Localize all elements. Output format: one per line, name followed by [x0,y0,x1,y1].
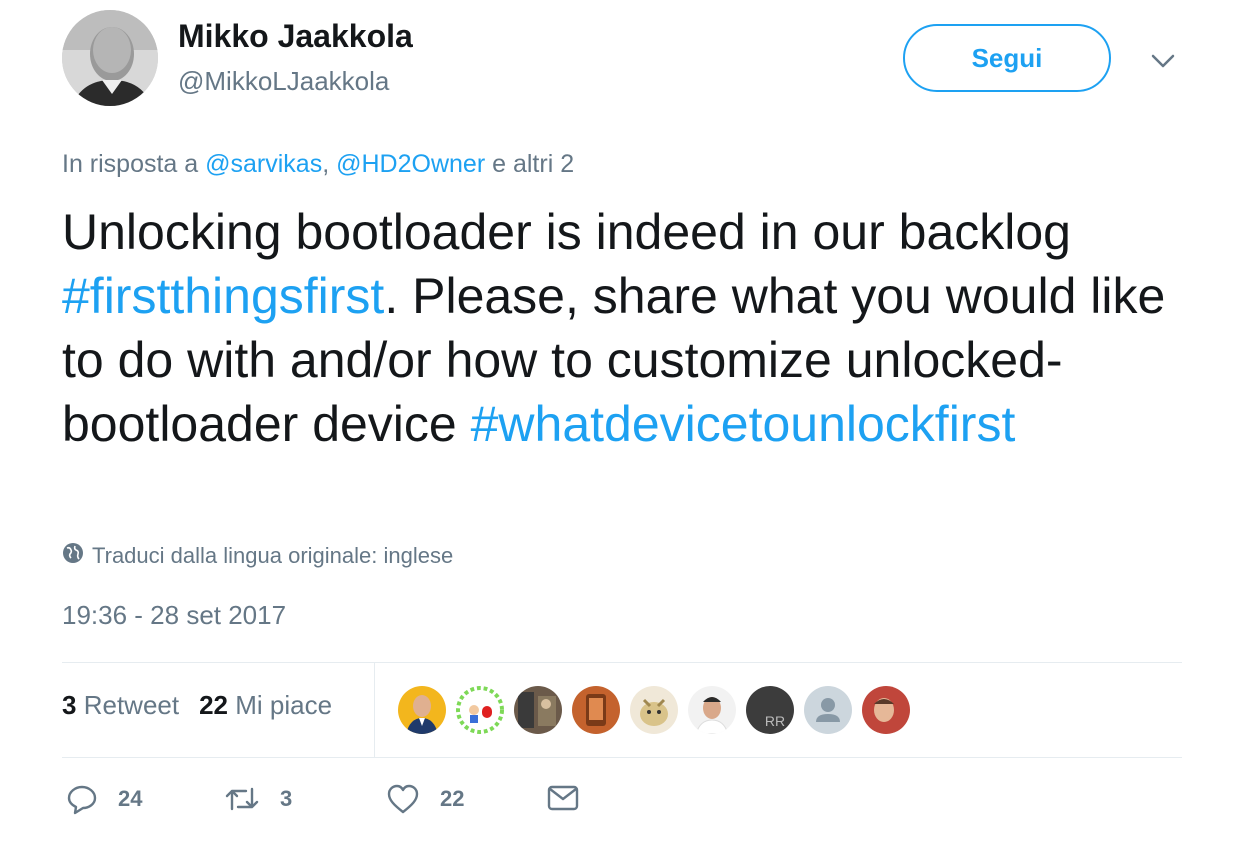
retweets-count: 3 [62,690,77,720]
liker-avatar[interactable] [456,686,504,734]
user-handle[interactable]: @MikkoLJaakkola [178,66,389,97]
retweets-label: Retweet [83,690,180,720]
svg-text:RR: RR [765,713,785,729]
like-count: 22 [440,786,465,811]
liker-avatar[interactable] [398,686,446,734]
translate-link[interactable]: Traduci dalla lingua originale: inglese [62,542,453,570]
profile-avatar[interactable] [62,10,158,106]
liker-avatar[interactable] [514,686,562,734]
like-button[interactable]: 22 [386,783,464,815]
retweet-button[interactable]: 3 [224,783,292,815]
hashtag-link[interactable]: #firstthingsfirst [62,268,384,324]
reply-context: In risposta a @sarvikas, @HD2Owner e alt… [62,150,574,179]
reply-prefix: In risposta a [62,150,199,178]
follow-button[interactable]: Segui [903,24,1111,92]
liker-avatar[interactable]: RR [746,686,794,734]
liker-avatar[interactable] [804,686,852,734]
heart-icon [386,783,420,815]
liker-avatar[interactable] [572,686,620,734]
retweet-count: 3 [280,786,293,811]
retweets-stat[interactable]: 3 Retweet [62,690,179,721]
tweet-text: Unlocking bootloader is indeed in our ba… [62,200,1212,456]
chevron-down-icon[interactable] [1148,46,1178,76]
likes-label: Mi piace [235,690,333,720]
likes-stat[interactable]: 22 Mi piace [199,690,332,721]
envelope-icon [546,783,580,813]
reply-count: 24 [118,786,143,811]
liker-avatar[interactable] [630,686,678,734]
likes-count: 22 [199,690,229,720]
user-name[interactable]: Mikko Jaakkola [178,18,413,55]
reply-button[interactable]: 24 [66,783,142,815]
divider [62,757,1182,758]
stats-separator [374,663,375,757]
reply-suffix: e altri 2 [492,150,575,178]
direct-message-button[interactable] [546,783,580,813]
retweet-icon [224,783,260,815]
globe-icon [62,542,84,570]
divider [62,662,1182,663]
liker-avatar[interactable] [688,686,736,734]
translate-label: Traduci dalla lingua originale: inglese [92,543,454,568]
mention-link[interactable]: @HD2Owner [336,150,485,178]
likers-avatars: RR [398,686,910,734]
tweet-timestamp[interactable]: 19:36 - 28 set 2017 [62,600,286,631]
hashtag-link[interactable]: #whatdevicetounlockfirst [471,396,1016,452]
mention-link[interactable]: @sarvikas [205,150,322,178]
tweet-stats: 3 Retweet 22 Mi piace [62,690,332,721]
reply-comma: , [322,150,330,178]
reply-icon [66,783,98,815]
tweet-text-part: Unlocking bootloader is indeed in our ba… [62,204,1071,260]
liker-avatar[interactable] [862,686,910,734]
